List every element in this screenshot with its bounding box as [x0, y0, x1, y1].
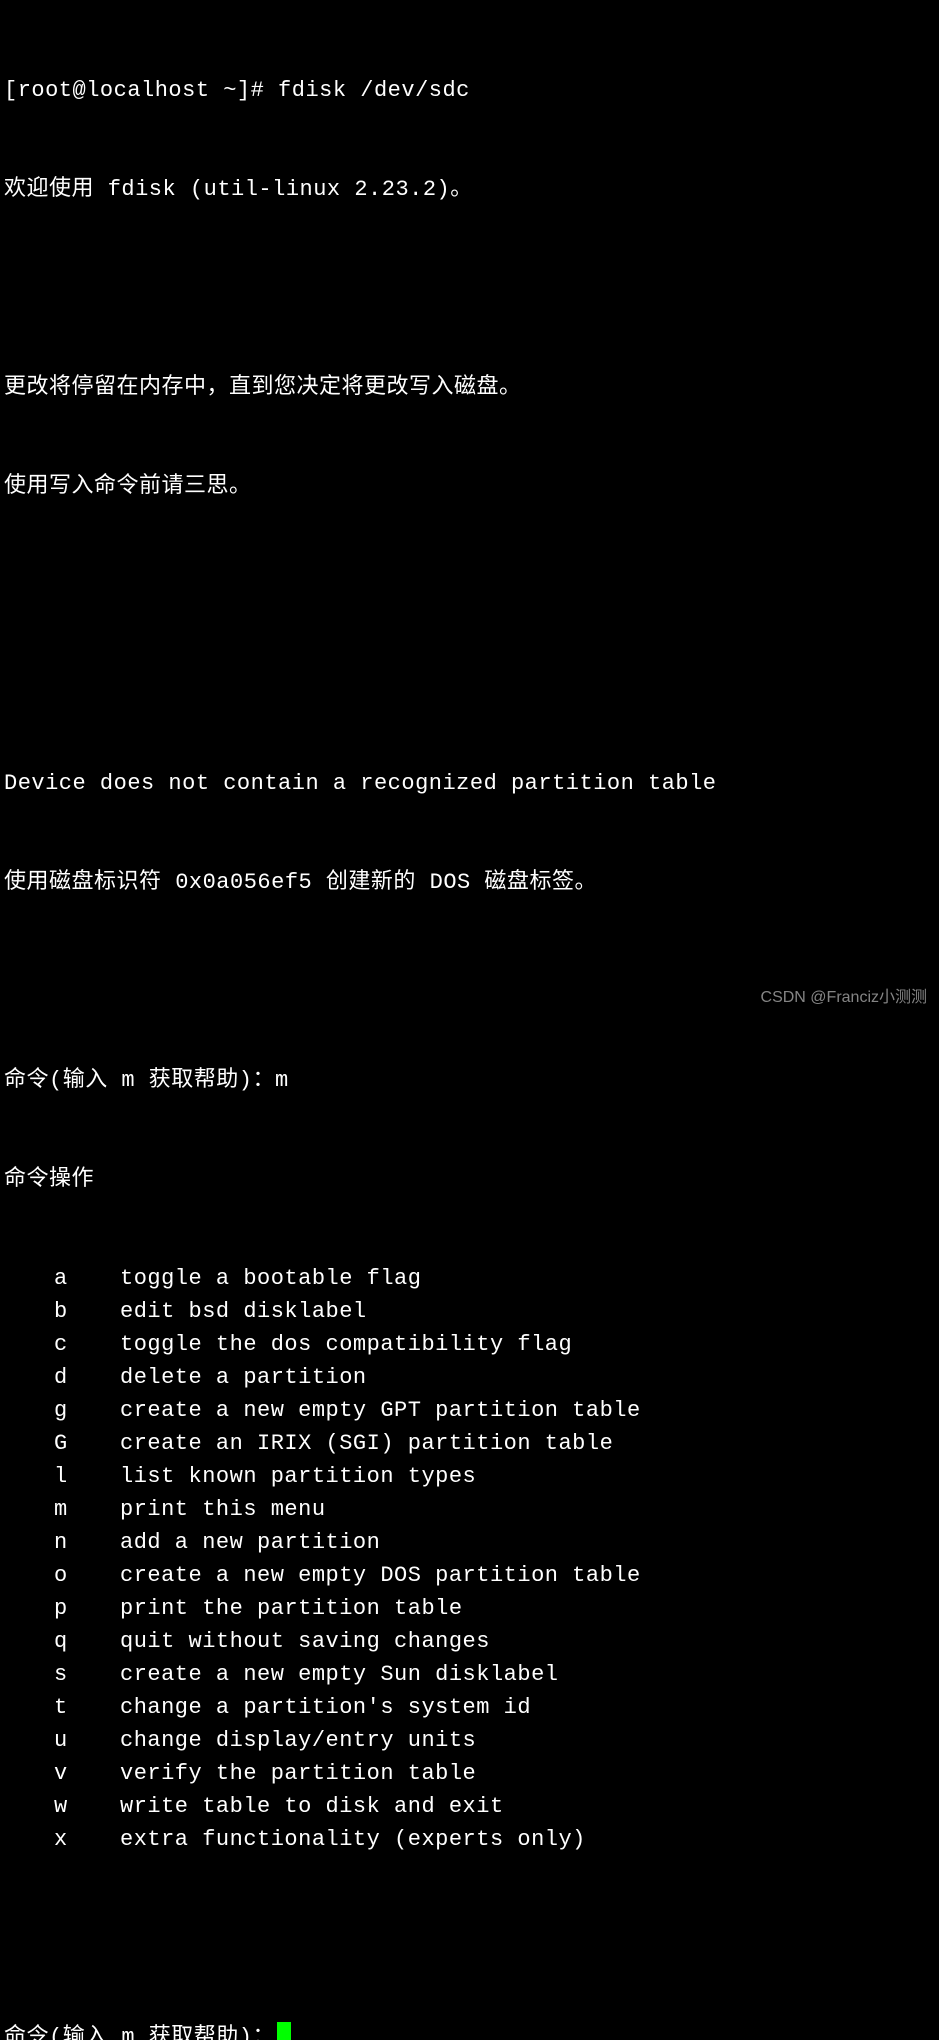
menu-key: q: [54, 1625, 120, 1658]
menu-desc: create a new empty Sun disklabel: [120, 1658, 935, 1691]
menu-indent: [4, 1625, 54, 1658]
command-header: 命令操作: [4, 1163, 935, 1196]
notice-line-1: 更改将停留在内存中，直到您决定将更改写入磁盘。: [4, 371, 935, 404]
menu-indent: [4, 1361, 54, 1394]
prompt-command: fdisk /dev/sdc: [278, 78, 470, 103]
menu-item: llist known partition types: [4, 1460, 935, 1493]
blank-line: [4, 272, 935, 305]
welcome-line: 欢迎使用 fdisk (util-linux 2.23.2)。: [4, 173, 935, 206]
menu-indent: [4, 1691, 54, 1724]
menu-indent: [4, 1328, 54, 1361]
menu-key: d: [54, 1361, 120, 1394]
menu-desc: print the partition table: [120, 1592, 935, 1625]
cursor-icon: [277, 2022, 291, 2040]
menu-item: ddelete a partition: [4, 1361, 935, 1394]
menu-desc: add a new partition: [120, 1526, 935, 1559]
menu-key: l: [54, 1460, 120, 1493]
menu-item: qquit without saving changes: [4, 1625, 935, 1658]
menu-indent: [4, 1526, 54, 1559]
menu-key: m: [54, 1493, 120, 1526]
menu-desc: create an IRIX (SGI) partition table: [120, 1427, 935, 1460]
menu-key: c: [54, 1328, 120, 1361]
blank-line: [4, 569, 935, 602]
menu-desc: verify the partition table: [120, 1757, 935, 1790]
menu-key: G: [54, 1427, 120, 1460]
menu-item: screate a new empty Sun disklabel: [4, 1658, 935, 1691]
terminal-output[interactable]: [root@localhost ~]# fdisk /dev/sdc 欢迎使用 …: [4, 8, 935, 2040]
menu-key: o: [54, 1559, 120, 1592]
menu-item: uchange display/entry units: [4, 1724, 935, 1757]
menu-item: Gcreate an IRIX (SGI) partition table: [4, 1427, 935, 1460]
menu-desc: extra functionality (experts only): [120, 1823, 935, 1856]
menu-desc: write table to disk and exit: [120, 1790, 935, 1823]
menu-key: x: [54, 1823, 120, 1856]
menu-indent: [4, 1427, 54, 1460]
watermark-text: CSDN @Franciz小测测: [761, 986, 927, 1010]
menu-indent: [4, 1460, 54, 1493]
blank-line: [4, 668, 935, 701]
command-prompt-label: 命令(输入 m 获取帮助)：: [4, 2025, 275, 2040]
menu-desc: create a new empty DOS partition table: [120, 1559, 935, 1592]
menu-key: u: [54, 1724, 120, 1757]
menu-list: atoggle a bootable flagbedit bsd disklab…: [4, 1262, 935, 1856]
command-prompt-1: 命令(输入 m 获取帮助)：m: [4, 1064, 935, 1097]
menu-desc: change a partition's system id: [120, 1691, 935, 1724]
menu-desc: toggle the dos compatibility flag: [120, 1328, 935, 1361]
menu-desc: toggle a bootable flag: [120, 1262, 935, 1295]
menu-item: tchange a partition's system id: [4, 1691, 935, 1724]
menu-indent: [4, 1658, 54, 1691]
menu-indent: [4, 1493, 54, 1526]
menu-key: w: [54, 1790, 120, 1823]
device-message: Device does not contain a recognized par…: [4, 767, 935, 800]
menu-indent: [4, 1262, 54, 1295]
menu-desc: delete a partition: [120, 1361, 935, 1394]
menu-item: pprint the partition table: [4, 1592, 935, 1625]
menu-item: mprint this menu: [4, 1493, 935, 1526]
shell-prompt-line: [root@localhost ~]# fdisk /dev/sdc: [4, 74, 935, 107]
menu-item: ocreate a new empty DOS partition table: [4, 1559, 935, 1592]
command-prompt-2[interactable]: 命令(输入 m 获取帮助)：: [4, 2021, 935, 2040]
menu-indent: [4, 1823, 54, 1856]
menu-item: gcreate a new empty GPT partition table: [4, 1394, 935, 1427]
menu-desc: create a new empty GPT partition table: [120, 1394, 935, 1427]
menu-key: t: [54, 1691, 120, 1724]
menu-indent: [4, 1757, 54, 1790]
notice-line-2: 使用写入命令前请三思。: [4, 470, 935, 503]
menu-key: b: [54, 1295, 120, 1328]
blank-line: [4, 1922, 935, 1955]
menu-desc: edit bsd disklabel: [120, 1295, 935, 1328]
menu-indent: [4, 1592, 54, 1625]
menu-item: wwrite table to disk and exit: [4, 1790, 935, 1823]
menu-item: ctoggle the dos compatibility flag: [4, 1328, 935, 1361]
prompt-user-host: [root@localhost ~]#: [4, 78, 264, 103]
menu-key: a: [54, 1262, 120, 1295]
menu-key: n: [54, 1526, 120, 1559]
menu-indent: [4, 1394, 54, 1427]
menu-desc: list known partition types: [120, 1460, 935, 1493]
menu-item: atoggle a bootable flag: [4, 1262, 935, 1295]
menu-indent: [4, 1559, 54, 1592]
menu-key: p: [54, 1592, 120, 1625]
menu-key: s: [54, 1658, 120, 1691]
menu-item: bedit bsd disklabel: [4, 1295, 935, 1328]
menu-indent: [4, 1724, 54, 1757]
label-message: 使用磁盘标识符 0x0a056ef5 创建新的 DOS 磁盘标签。: [4, 866, 935, 899]
menu-item: nadd a new partition: [4, 1526, 935, 1559]
menu-key: g: [54, 1394, 120, 1427]
menu-desc: change display/entry units: [120, 1724, 935, 1757]
menu-indent: [4, 1790, 54, 1823]
menu-indent: [4, 1295, 54, 1328]
menu-desc: quit without saving changes: [120, 1625, 935, 1658]
menu-item: vverify the partition table: [4, 1757, 935, 1790]
menu-desc: print this menu: [120, 1493, 935, 1526]
menu-key: v: [54, 1757, 120, 1790]
menu-item: xextra functionality (experts only): [4, 1823, 935, 1856]
